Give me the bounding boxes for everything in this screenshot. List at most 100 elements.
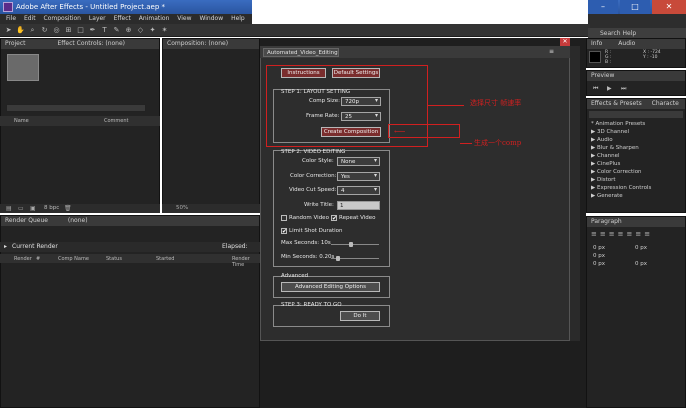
menu-edit[interactable]: Edit (24, 15, 36, 22)
dialog-close-icon[interactable]: ✕ (560, 38, 570, 46)
repeat-video-checkbox[interactable]: ✔ (331, 215, 337, 222)
effects-item[interactable]: ▶ Color Correction (591, 169, 642, 175)
after-effects-app-icon (3, 2, 13, 12)
tab-paragraph[interactable]: Paragraph (591, 218, 622, 225)
tab-effect-controls[interactable]: Effect Controls: (none) (57, 40, 125, 47)
tab-composition[interactable]: Composition: (none) (167, 40, 228, 47)
info-panel-header: Info Audio (587, 39, 685, 49)
do-it-button[interactable]: Do It (340, 311, 380, 321)
space-after[interactable]: 0 px (635, 261, 647, 267)
effects-item[interactable]: ▶ Audio (591, 137, 613, 143)
pan-behind-tool-icon[interactable]: ⊞ (64, 26, 73, 35)
hand-tool-icon[interactable]: ✋ (16, 26, 25, 35)
close-button[interactable]: ✕ (652, 0, 686, 14)
menu-help[interactable]: Help (231, 15, 245, 22)
menu-window[interactable]: Window (199, 15, 223, 22)
expand-arrow-icon[interactable]: ▸ (4, 243, 7, 250)
column-comment[interactable]: Comment (104, 118, 129, 124)
tab-render-queue[interactable]: Render Queue (5, 217, 48, 224)
effects-item[interactable]: ▶ Blur & Sharpen (591, 145, 639, 151)
camera-tool-icon[interactable]: ◎ (52, 26, 61, 35)
maximize-button[interactable]: □ (620, 0, 650, 14)
effects-item[interactable]: ▶ CinePlus (591, 161, 620, 167)
effects-search-input[interactable] (589, 111, 683, 118)
write-title-input[interactable]: 1 (337, 201, 380, 210)
tab-project[interactable]: Project (5, 40, 26, 47)
menu-animation[interactable]: Animation (139, 15, 170, 22)
render-columns: Render # Comp Name Status Started Render… (0, 254, 260, 268)
effects-item[interactable]: ▶ Generate (591, 193, 623, 199)
advanced-heading: Advanced (281, 273, 309, 279)
tab-character[interactable]: Characte (652, 100, 679, 107)
clone-tool-icon[interactable]: ⊕ (124, 26, 133, 35)
brush-tool-icon[interactable]: ✎ (112, 26, 121, 35)
max-seconds-knob[interactable] (349, 242, 353, 247)
tab-effects-presets[interactable]: Effects & Presets (591, 100, 642, 107)
max-seconds-label: Max Seconds: 10s (281, 240, 331, 246)
zoom-level-label[interactable]: 50% (176, 205, 188, 211)
effects-item[interactable]: ▶ Distort (591, 177, 616, 183)
puppet-tool-icon[interactable]: ✶ (160, 26, 169, 35)
tab-audio[interactable]: Audio (618, 40, 635, 47)
menu-view[interactable]: View (177, 15, 191, 22)
panel-menu-icon[interactable]: ≡ (549, 48, 554, 55)
indent-right[interactable]: 0 px (635, 245, 647, 251)
col-status[interactable]: Status (106, 256, 122, 262)
tab-automated-video-editing[interactable]: Automated_Video_Editing (263, 48, 339, 57)
effects-item[interactable]: ▶ Channel (591, 153, 620, 159)
bit-depth-label[interactable]: 8 bpc (44, 205, 59, 211)
selection-tool-icon[interactable]: ➤ (4, 26, 13, 35)
indent-left[interactable]: 0 px (593, 245, 605, 251)
delete-icon[interactable]: 🗑 (64, 205, 72, 212)
pen-tool-icon[interactable]: ✒ (88, 26, 97, 35)
new-comp-icon[interactable]: ▣ (30, 205, 36, 212)
col-comp-name[interactable]: Comp Name (58, 256, 89, 262)
eraser-tool-icon[interactable]: ◇ (136, 26, 145, 35)
random-video-checkbox[interactable] (281, 215, 287, 221)
menu-layer[interactable]: Layer (89, 15, 106, 22)
minimize-button[interactable]: – (588, 0, 618, 14)
limit-shot-duration-checkbox[interactable]: ✔ (281, 228, 287, 235)
annotation-note-comp: 生成一个comp (474, 139, 522, 147)
column-name[interactable]: Name (14, 118, 29, 124)
space-before[interactable]: 0 px (593, 261, 605, 267)
roto-brush-tool-icon[interactable]: ✦ (148, 26, 157, 35)
video-cut-speed-dropdown[interactable]: 4 (337, 186, 380, 195)
dialog-scrollbar[interactable] (570, 46, 580, 341)
tab-none[interactable]: (none) (68, 217, 88, 224)
composition-panel-header: Composition: (none) (163, 39, 259, 49)
text-tool-icon[interactable]: T (100, 26, 109, 35)
max-seconds-slider[interactable] (331, 244, 379, 245)
effects-item[interactable]: ▶ 3D Channel (591, 129, 629, 135)
project-search-input[interactable] (6, 104, 146, 112)
advanced-editing-options-button[interactable]: Advanced Editing Options (281, 282, 380, 292)
interpret-footage-icon[interactable]: ▤ (6, 205, 12, 212)
composition-panel: Composition: (none) (162, 38, 260, 213)
step2-heading: STEP 2: VIDEO EDITING (281, 149, 346, 155)
new-folder-icon[interactable]: ▭ (18, 205, 24, 212)
play-icon[interactable]: ▶ (607, 85, 612, 92)
color-style-dropdown[interactable]: None (337, 157, 380, 166)
effects-item[interactable]: * Animation Presets (591, 121, 645, 127)
col-render[interactable]: Render (14, 256, 32, 262)
menu-file[interactable]: File (6, 15, 16, 22)
rotate-tool-icon[interactable]: ↻ (40, 26, 49, 35)
col-render-time[interactable]: Render Time (232, 256, 260, 268)
mask-tool-icon[interactable]: □ (76, 26, 85, 35)
color-correction-dropdown[interactable]: Yes (337, 172, 380, 181)
menu-effect[interactable]: Effect (114, 15, 131, 22)
menu-bar: File Edit Composition Layer Effect Anima… (0, 14, 252, 24)
col-number[interactable]: # (36, 256, 40, 262)
min-seconds-knob[interactable] (336, 256, 340, 261)
effects-item[interactable]: ▶ Expression Controls (591, 185, 651, 191)
first-frame-icon[interactable]: ⏮ (593, 85, 598, 93)
indent-first[interactable]: 0 px (593, 253, 605, 259)
tab-preview[interactable]: Preview (591, 72, 614, 79)
color-style-label: Color Style: (302, 158, 334, 164)
col-started[interactable]: Started (156, 256, 174, 262)
align-buttons-icon[interactable]: ≡≡≡≡≡≡≡ (591, 230, 653, 238)
last-frame-icon[interactable]: ⏭ (621, 85, 626, 93)
menu-composition[interactable]: Composition (44, 15, 81, 22)
tab-info[interactable]: Info (591, 40, 602, 47)
zoom-tool-icon[interactable]: ⌕ (28, 26, 37, 35)
